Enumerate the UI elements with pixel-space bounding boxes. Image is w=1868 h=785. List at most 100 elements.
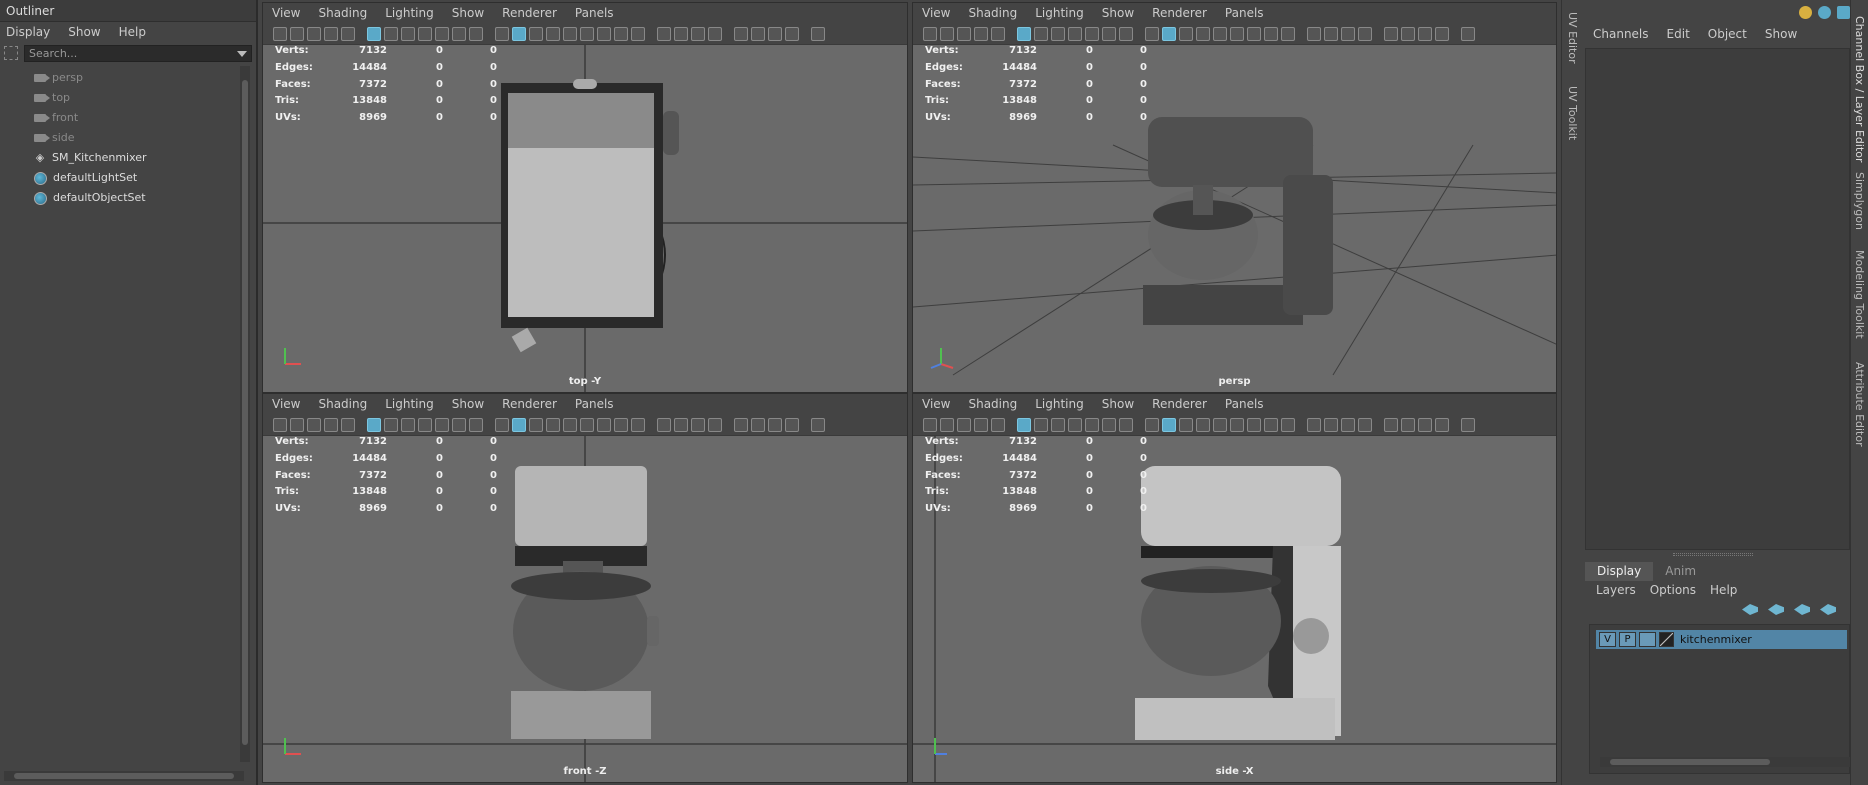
viewport-front[interactable]: View Shading Lighting Show Renderer Pane… bbox=[262, 393, 908, 783]
toolbar-button-icon[interactable] bbox=[974, 417, 988, 432]
toolbar-button-icon[interactable] bbox=[1068, 26, 1082, 41]
toolbar-button-icon[interactable] bbox=[1307, 26, 1321, 41]
toolbar-button-icon[interactable] bbox=[1435, 26, 1449, 41]
menu-lighting[interactable]: Lighting bbox=[1035, 394, 1084, 414]
toolbar-button-icon[interactable] bbox=[923, 26, 937, 41]
outliner-item-sm-kitchenmixer[interactable]: ◈ SM_Kitchenmixer bbox=[0, 148, 256, 168]
new-layer-icon[interactable] bbox=[1794, 604, 1810, 615]
toolbar-button-icon[interactable] bbox=[957, 26, 971, 41]
menu-show[interactable]: Show bbox=[1765, 27, 1797, 41]
toolbar-button-icon[interactable] bbox=[290, 26, 304, 41]
tab-simplygon[interactable]: Simplygon bbox=[1853, 172, 1866, 230]
pen-icon[interactable] bbox=[1837, 6, 1850, 19]
toolbar-button-icon[interactable] bbox=[991, 26, 1005, 41]
toolbar-button-icon[interactable] bbox=[674, 26, 688, 41]
menu-renderer[interactable]: Renderer bbox=[1152, 3, 1207, 23]
toolbar-button-icon[interactable] bbox=[341, 417, 355, 432]
move-layer-down-icon[interactable] bbox=[1768, 604, 1784, 615]
menu-renderer[interactable]: Renderer bbox=[502, 3, 557, 23]
toolbar-button-icon[interactable] bbox=[734, 26, 748, 41]
tab-display[interactable]: Display bbox=[1585, 562, 1654, 581]
toolbar-button-icon[interactable] bbox=[1068, 417, 1082, 432]
toolbar-button-icon[interactable] bbox=[1179, 417, 1193, 432]
toolbar-button-icon[interactable] bbox=[435, 26, 449, 41]
toolbar-button-icon[interactable] bbox=[1145, 26, 1159, 41]
menu-edit[interactable]: Edit bbox=[1667, 27, 1690, 41]
viewport-persp[interactable]: View Shading Lighting Show Renderer Pane… bbox=[912, 2, 1557, 393]
toolbar-button-icon[interactable] bbox=[1196, 26, 1210, 41]
toolbar-button-icon[interactable] bbox=[1358, 417, 1372, 432]
tab-anim[interactable]: Anim bbox=[1653, 562, 1708, 581]
toolbar-button-icon[interactable] bbox=[1051, 26, 1065, 41]
menu-shading[interactable]: Shading bbox=[968, 394, 1017, 414]
toolbar-button-icon[interactable] bbox=[495, 26, 509, 41]
layer-playback-toggle[interactable]: P bbox=[1619, 632, 1636, 647]
toolbar-button-icon[interactable] bbox=[657, 417, 671, 432]
toolbar-button-icon[interactable] bbox=[384, 26, 398, 41]
toolbar-button-icon[interactable] bbox=[324, 26, 338, 41]
menu-view[interactable]: View bbox=[272, 394, 300, 414]
toolbar-button-icon[interactable] bbox=[1119, 26, 1133, 41]
toolbar-button-icon[interactable] bbox=[768, 26, 782, 41]
panel-splitter[interactable] bbox=[1673, 553, 1753, 556]
toolbar-button-icon[interactable] bbox=[974, 26, 988, 41]
toolbar-button-icon[interactable] bbox=[273, 26, 287, 41]
outliner-item-side[interactable]: side bbox=[0, 128, 256, 148]
toolbar-button-icon[interactable] bbox=[1017, 417, 1031, 432]
toolbar-button-icon[interactable] bbox=[1213, 26, 1227, 41]
toolbar-button-icon[interactable] bbox=[1085, 26, 1099, 41]
globe-icon[interactable] bbox=[1818, 6, 1831, 19]
new-layer-selected-icon[interactable] bbox=[1820, 604, 1836, 615]
toolbar-button-icon[interactable] bbox=[991, 417, 1005, 432]
axis-icon[interactable] bbox=[1799, 6, 1812, 19]
toolbar-button-icon[interactable] bbox=[273, 417, 287, 432]
chevron-down-icon[interactable] bbox=[237, 50, 247, 57]
toolbar-button-icon[interactable] bbox=[367, 26, 381, 41]
toolbar-button-icon[interactable] bbox=[1213, 417, 1227, 432]
move-layer-up-icon[interactable] bbox=[1742, 604, 1758, 615]
toolbar-button-icon[interactable] bbox=[401, 26, 415, 41]
toolbar-button-icon[interactable] bbox=[614, 26, 628, 41]
toolbar-button-icon[interactable] bbox=[785, 26, 799, 41]
tab-modeling-toolkit[interactable]: Modeling Toolkit bbox=[1853, 250, 1866, 339]
outliner-item-front[interactable]: front bbox=[0, 108, 256, 128]
tab-uv-toolkit[interactable]: UV Toolkit bbox=[1566, 86, 1579, 140]
channel-box-area[interactable] bbox=[1585, 48, 1850, 550]
toolbar-button-icon[interactable] bbox=[290, 417, 304, 432]
toolbar-button-icon[interactable] bbox=[751, 26, 765, 41]
menu-shading[interactable]: Shading bbox=[318, 3, 367, 23]
outliner-item-persp[interactable]: persp bbox=[0, 68, 256, 88]
menu-object[interactable]: Object bbox=[1708, 27, 1747, 41]
toolbar-button-icon[interactable] bbox=[1418, 26, 1432, 41]
scrollbar-thumb[interactable] bbox=[242, 80, 248, 745]
menu-panels[interactable]: Panels bbox=[1225, 394, 1264, 414]
toolbar-button-icon[interactable] bbox=[1017, 26, 1031, 41]
toolbar-button-icon[interactable] bbox=[418, 417, 432, 432]
menu-view[interactable]: View bbox=[922, 394, 950, 414]
menu-panels[interactable]: Panels bbox=[1225, 3, 1264, 23]
toolbar-button-icon[interactable] bbox=[512, 26, 526, 41]
toolbar-button-icon[interactable] bbox=[580, 26, 594, 41]
toolbar-button-icon[interactable] bbox=[1384, 26, 1398, 41]
menu-shading[interactable]: Shading bbox=[968, 3, 1017, 23]
tab-uv-editor[interactable]: UV Editor bbox=[1566, 12, 1579, 64]
toolbar-button-icon[interactable] bbox=[1179, 26, 1193, 41]
menu-show[interactable]: Show bbox=[1102, 3, 1134, 23]
toolbar-button-icon[interactable] bbox=[1281, 26, 1295, 41]
outliner-item-top[interactable]: top bbox=[0, 88, 256, 108]
viewport-side[interactable]: View Shading Lighting Show Renderer Pane… bbox=[912, 393, 1557, 783]
layer-color-swatch[interactable] bbox=[1659, 632, 1674, 647]
outliner-horizontal-scrollbar[interactable] bbox=[4, 771, 244, 781]
layer-row[interactable]: V P kitchenmixer bbox=[1596, 630, 1847, 649]
toolbar-button-icon[interactable] bbox=[811, 26, 825, 41]
toolbar-button-icon[interactable] bbox=[1358, 26, 1372, 41]
toolbar-button-icon[interactable] bbox=[1341, 417, 1355, 432]
scrollbar-thumb[interactable] bbox=[14, 773, 234, 779]
toolbar-button-icon[interactable] bbox=[469, 417, 483, 432]
toolbar-button-icon[interactable] bbox=[785, 417, 799, 432]
menu-shading[interactable]: Shading bbox=[318, 394, 367, 414]
toolbar-button-icon[interactable] bbox=[597, 26, 611, 41]
toolbar-button-icon[interactable] bbox=[401, 417, 415, 432]
toolbar-button-icon[interactable] bbox=[324, 417, 338, 432]
tab-channel-box-layer-editor[interactable]: Channel Box / Layer Editor bbox=[1853, 16, 1866, 163]
